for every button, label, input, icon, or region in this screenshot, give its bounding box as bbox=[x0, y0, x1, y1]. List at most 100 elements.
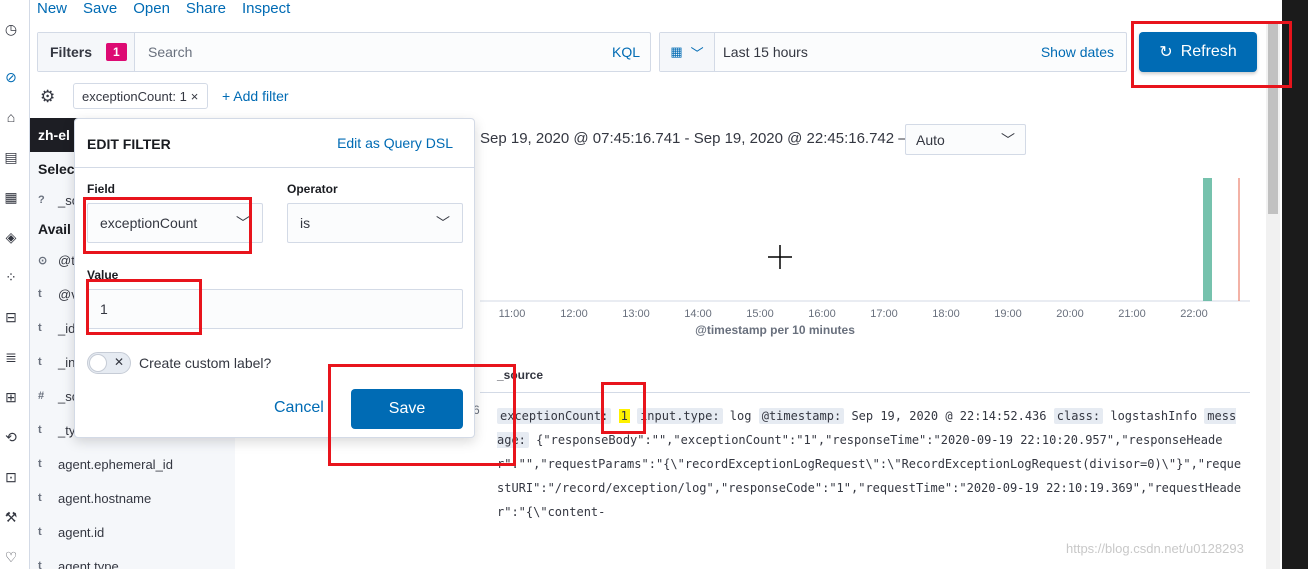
filters-label: Filters bbox=[50, 44, 93, 60]
histogram-bar[interactable] bbox=[1203, 178, 1212, 301]
field-type-icon: ⊙ bbox=[38, 254, 48, 267]
popover-title: EDIT FILTER bbox=[87, 136, 171, 152]
field-item[interactable]: t _in bbox=[38, 352, 75, 372]
field-item[interactable]: ? _sc bbox=[38, 190, 78, 210]
time-range-text: Sep 19, 2020 @ 07:45:16.741 - Sep 19, 20… bbox=[480, 130, 914, 147]
field-item[interactable]: t agent.id bbox=[38, 522, 104, 542]
x-tick-label: 11:00 bbox=[499, 308, 526, 320]
left-nav: ◷ ⊘ ⌂ ▤ ▦ ◈ ⁘ ⊟ ≣ ⊞ ⟲ ⊡ ⚒ ♡ bbox=[0, 0, 30, 569]
field-value: log bbox=[729, 409, 752, 423]
field-type-icon: t bbox=[38, 424, 42, 436]
field-item[interactable]: t @v bbox=[38, 284, 78, 304]
x-tick-label: 22:00 bbox=[1180, 308, 1208, 320]
uptime-icon[interactable]: ⟲ bbox=[0, 426, 22, 448]
menu-inspect[interactable]: Inspect bbox=[242, 0, 290, 22]
field-name: _id bbox=[58, 320, 76, 336]
menu-save[interactable]: Save bbox=[83, 0, 117, 22]
field-key: class: bbox=[1053, 408, 1104, 424]
field-item[interactable]: # _sc bbox=[38, 386, 78, 406]
field-name: agent.type bbox=[58, 558, 119, 569]
table-divider bbox=[480, 392, 1250, 393]
interval-select[interactable]: Auto ﹀ bbox=[905, 124, 1026, 155]
dashboard-icon[interactable]: ▤ bbox=[0, 146, 22, 168]
chevron-down-icon: ﹀ bbox=[436, 215, 450, 231]
field-name: @t bbox=[58, 252, 75, 268]
filter-count-badge: 1 bbox=[106, 43, 127, 61]
field-type-icon: t bbox=[38, 322, 42, 334]
chevron-down-icon: ﹀ bbox=[1001, 131, 1015, 148]
canvas-icon[interactable]: ▦ bbox=[0, 186, 22, 208]
index-pattern-header[interactable]: zh-el bbox=[30, 118, 80, 152]
field-name: _in bbox=[58, 354, 76, 370]
visualize-icon[interactable]: ⌂ bbox=[0, 106, 22, 128]
field-item[interactable]: ⊙ @t bbox=[38, 250, 75, 270]
maps-icon[interactable]: ◈ bbox=[0, 226, 22, 248]
field-key: @timestamp: bbox=[758, 408, 845, 424]
custom-label-toggle[interactable]: ✕ bbox=[87, 352, 131, 374]
menu-new[interactable]: New bbox=[37, 0, 67, 22]
field-value: Sep 19, 2020 @ 22:14:52.436 bbox=[851, 409, 1047, 423]
annotation-box bbox=[328, 364, 516, 466]
siem-icon[interactable]: ⊡ bbox=[0, 466, 22, 488]
date-picker: ▦ ﹀ Last 15 hours Show dates bbox=[659, 32, 1127, 72]
monitoring-icon[interactable]: ♡ bbox=[0, 546, 22, 568]
add-filter-link[interactable]: + Add filter bbox=[222, 88, 289, 104]
x-tick-labels: 11:00 12:00 13:00 14:00 15:00 16:00 17:00 18:00… bbox=[499, 308, 1208, 320]
menu-open[interactable]: Open bbox=[133, 0, 170, 22]
annotation-box bbox=[1131, 21, 1292, 88]
edit-query-dsl-link[interactable]: Edit as Query DSL bbox=[337, 135, 453, 151]
kql-toggle[interactable]: KQL bbox=[612, 44, 640, 60]
field-key: input.type: bbox=[637, 408, 723, 424]
interval-value: Auto bbox=[916, 131, 945, 148]
ml-icon[interactable]: ⁘ bbox=[0, 266, 22, 288]
cross-icon: ✕ bbox=[113, 355, 124, 369]
quick-menu-button[interactable]: ▦ ﹀ bbox=[660, 33, 715, 71]
toggle-knob bbox=[89, 354, 107, 372]
operator-select[interactable]: is ﹀ bbox=[287, 203, 463, 243]
devtools-icon[interactable]: ⚒ bbox=[0, 506, 22, 528]
infra-icon[interactable]: ⊟ bbox=[0, 306, 22, 328]
close-icon[interactable]: × bbox=[191, 89, 199, 104]
apm-icon[interactable]: ⊞ bbox=[0, 386, 22, 408]
selected-fields-heading: Selec bbox=[38, 161, 75, 177]
discover-icon[interactable]: ⊘ bbox=[0, 66, 22, 88]
logs-icon[interactable]: ≣ bbox=[0, 346, 22, 368]
x-tick-label: 13:00 bbox=[622, 308, 650, 320]
search-input[interactable] bbox=[148, 44, 568, 60]
field-item[interactable]: t _id bbox=[38, 318, 75, 338]
field-item[interactable]: t agent.type bbox=[38, 556, 119, 569]
field-label: Field bbox=[87, 182, 116, 196]
calendar-icon: ▦ bbox=[670, 44, 683, 59]
field-type-icon: t bbox=[38, 560, 42, 569]
popover-divider bbox=[75, 167, 474, 168]
field-type-icon: t bbox=[38, 492, 42, 504]
gear-icon[interactable]: ⚙ bbox=[40, 87, 55, 107]
crosshair-cursor bbox=[768, 245, 792, 269]
x-tick-label: 19:00 bbox=[994, 308, 1022, 320]
x-tick-label: 21:00 bbox=[1118, 308, 1146, 320]
field-item[interactable]: t _ty bbox=[38, 420, 75, 440]
available-fields-heading: Avail bbox=[38, 221, 71, 237]
x-tick-label: 16:00 bbox=[808, 308, 836, 320]
watermark: https://blog.csdn.net/u0128293 bbox=[1066, 541, 1244, 556]
x-tick-label: 12:00 bbox=[560, 308, 588, 320]
field-type-icon: # bbox=[38, 390, 45, 402]
operator-select-value: is bbox=[300, 215, 311, 231]
annotation-box bbox=[601, 382, 646, 434]
operator-label: Operator bbox=[287, 182, 338, 196]
field-item[interactable]: t agent.hostname bbox=[38, 488, 151, 508]
field-name: agent.hostname bbox=[58, 490, 152, 506]
menu-share[interactable]: Share bbox=[186, 0, 226, 22]
cancel-button[interactable]: Cancel bbox=[274, 399, 324, 417]
recent-icon[interactable]: ◷ bbox=[0, 18, 22, 40]
field-item[interactable]: t agent.ephemeral_id bbox=[38, 454, 173, 474]
show-dates-link[interactable]: Show dates bbox=[1041, 44, 1114, 60]
date-range[interactable]: Last 15 hours bbox=[723, 44, 808, 60]
annotation-box bbox=[86, 279, 202, 335]
histogram-chart[interactable]: 11:00 12:00 13:00 14:00 15:00 16:00 17:00 18:00… bbox=[480, 170, 1250, 320]
field-type-icon: t bbox=[38, 356, 42, 368]
x-tick-label: 15:00 bbox=[746, 308, 774, 320]
filter-pill[interactable]: exceptionCount: 1 × bbox=[73, 83, 208, 109]
filters-button[interactable]: Filters 1 bbox=[38, 33, 135, 71]
x-tick-label: 18:00 bbox=[932, 308, 960, 320]
